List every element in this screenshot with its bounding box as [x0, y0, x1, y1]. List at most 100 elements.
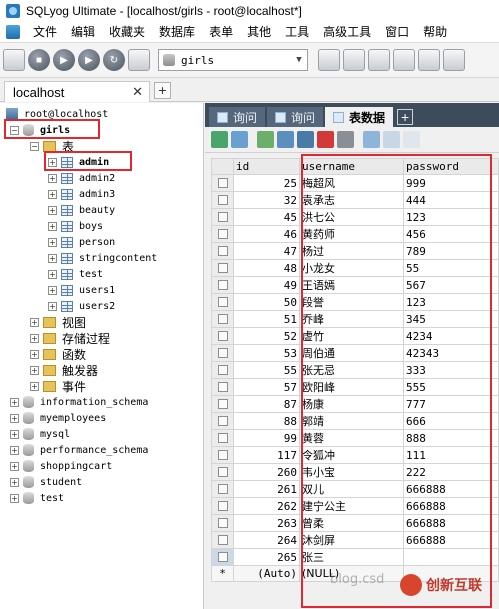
cell-password[interactable]: 777	[403, 395, 499, 414]
row-checkbox[interactable]	[211, 225, 234, 244]
cell-username[interactable]: 双儿	[299, 480, 404, 499]
chevron-down-icon[interactable]: ▼	[291, 55, 307, 65]
table-row[interactable]: 88 郭靖 666	[211, 412, 499, 431]
cell-username[interactable]: 小龙女	[299, 259, 404, 278]
cell-username[interactable]: 乔峰	[299, 310, 404, 329]
cell-id[interactable]: 262	[233, 497, 300, 516]
tree-table-beauty[interactable]: + beauty	[48, 202, 115, 218]
backup-icon[interactable]	[343, 49, 365, 71]
expand-icon[interactable]: +	[48, 253, 57, 263]
tree-db-information-schema[interactable]: + information_schema	[10, 394, 148, 410]
expand-icon[interactable]: +	[10, 477, 19, 487]
row-checkbox[interactable]	[211, 395, 234, 414]
cell-password[interactable]: 666888	[403, 497, 499, 516]
cell-username[interactable]: 韦小宝	[299, 463, 404, 482]
connection-tab-localhost[interactable]: localhost ✕	[4, 81, 150, 102]
cell-username[interactable]: 曾柔	[299, 514, 404, 533]
table-row[interactable]: 99 黄蓉 888	[211, 429, 499, 448]
cell-password[interactable]: 555	[403, 378, 499, 397]
cell-id[interactable]: 265	[233, 548, 300, 567]
tab-query-2[interactable]: 询问	[267, 107, 324, 127]
grid-view-icon[interactable]	[363, 131, 380, 148]
cell-password[interactable]: 666888	[403, 531, 499, 550]
table-row[interactable]: 57 欧阳峰 555	[211, 378, 499, 397]
tree-db-shoppingcart[interactable]: + shoppingcart	[10, 458, 112, 474]
connect-icon[interactable]	[3, 49, 25, 71]
expand-icon[interactable]: +	[10, 461, 19, 471]
table-row[interactable]: 117 令狐冲 111	[211, 446, 499, 465]
menu-help[interactable]: 帮助	[416, 22, 454, 43]
execute-icon[interactable]: ▶	[53, 49, 75, 71]
expand-icon[interactable]: +	[48, 269, 57, 279]
table-row[interactable]: 45 洪七公 123	[211, 208, 499, 227]
cell-id[interactable]: 47	[233, 242, 300, 261]
tab-query-1[interactable]: 询问	[209, 107, 266, 127]
row-checkbox[interactable]	[211, 514, 234, 533]
tree-table-admin3[interactable]: + admin3	[48, 186, 115, 202]
cell-password[interactable]: 123	[403, 293, 499, 312]
table-row[interactable]: 260 韦小宝 222	[211, 463, 499, 482]
tree-folder-procedures[interactable]: + 存储过程	[30, 330, 110, 346]
column-header-username[interactable]: username	[299, 157, 404, 176]
cell-password[interactable]: 111	[403, 446, 499, 465]
new-connection-button[interactable]: +	[154, 82, 171, 99]
row-checkbox[interactable]	[211, 446, 234, 465]
delete-row-icon[interactable]	[317, 131, 334, 148]
expand-icon[interactable]: +	[10, 493, 19, 503]
expand-icon[interactable]: +	[10, 429, 19, 439]
tree-table-admin2[interactable]: + admin2	[48, 170, 115, 186]
expand-icon[interactable]: +	[10, 445, 19, 455]
cell-password[interactable]: 444	[403, 191, 499, 210]
expand-icon[interactable]: +	[30, 333, 39, 343]
menu-database[interactable]: 数据库	[152, 22, 202, 43]
row-checkbox[interactable]	[211, 276, 234, 295]
row-checkbox[interactable]	[211, 548, 234, 567]
cell-id[interactable]: 263	[233, 514, 300, 533]
menu-table[interactable]: 表单	[202, 22, 240, 43]
cell-id[interactable]: 51	[233, 310, 300, 329]
table-row[interactable]: 55 张无忌 333	[211, 361, 499, 380]
cell-username[interactable]: 张无忌	[299, 361, 404, 380]
table-row[interactable]: 50 段誉 123	[211, 293, 499, 312]
expand-icon[interactable]: +	[48, 285, 57, 295]
row-checkbox[interactable]	[211, 259, 234, 278]
row-checkbox[interactable]	[211, 208, 234, 227]
tree-folder-functions[interactable]: + 函数	[30, 346, 86, 362]
tree-table-boys[interactable]: + boys	[48, 218, 103, 234]
column-header-password[interactable]: password	[403, 157, 499, 176]
cell-id[interactable]: 261	[233, 480, 300, 499]
user-manager-icon[interactable]	[318, 49, 340, 71]
cell-username[interactable]: 令狐冲	[299, 446, 404, 465]
tree-db-myemployees[interactable]: + myemployees	[10, 410, 106, 426]
cell-id[interactable]: 49	[233, 276, 300, 295]
tree-table-person[interactable]: + person	[48, 234, 115, 250]
insert-row-icon[interactable]	[257, 131, 274, 148]
tree-db-student[interactable]: + student	[10, 474, 82, 490]
cell-id[interactable]: 117	[233, 446, 300, 465]
row-checkbox[interactable]	[211, 344, 234, 363]
tree-db-test[interactable]: + test	[10, 490, 64, 506]
column-header-id[interactable]: id	[233, 157, 300, 176]
tree-folder-events[interactable]: + 事件	[30, 378, 86, 394]
row-checkbox[interactable]	[211, 242, 234, 261]
cell-username[interactable]: 梅超风	[299, 174, 404, 193]
new-row-marker[interactable]: *	[211, 565, 234, 583]
expand-icon[interactable]: +	[48, 301, 57, 311]
table-row[interactable]: 264 沐剑屏 666888	[211, 531, 499, 550]
expand-icon[interactable]: +	[10, 397, 19, 407]
cell-password[interactable]: 666888	[403, 514, 499, 533]
cell-password[interactable]: 333	[403, 361, 499, 380]
cell-password[interactable]	[403, 548, 499, 567]
cell-username[interactable]: 郭靖	[299, 412, 404, 431]
cell-id[interactable]: 52	[233, 327, 300, 346]
expand-icon[interactable]: +	[10, 413, 19, 423]
cell-username[interactable]: 周伯通	[299, 344, 404, 363]
cell-id[interactable]: 46	[233, 225, 300, 244]
expand-icon[interactable]: +	[48, 205, 57, 215]
import-grid-icon[interactable]	[231, 131, 248, 148]
execute-all-icon[interactable]: ▶	[78, 49, 100, 71]
row-checkbox[interactable]	[211, 310, 234, 329]
select-all-checkbox[interactable]	[211, 157, 234, 176]
row-checkbox[interactable]	[211, 480, 234, 499]
add-tab-button[interactable]: +	[397, 109, 414, 125]
